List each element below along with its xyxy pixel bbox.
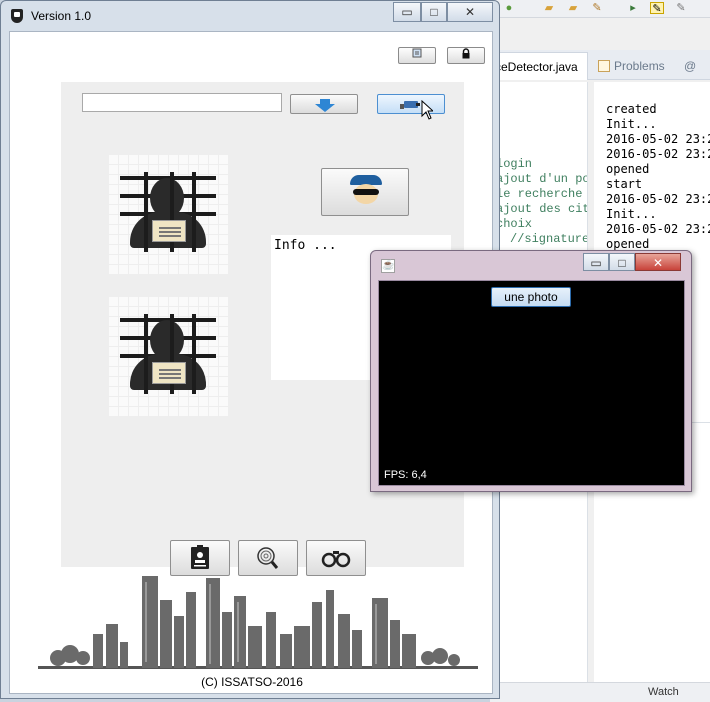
fps-counter: FPS: 6,4 bbox=[384, 469, 427, 481]
console-line: opened bbox=[606, 237, 650, 251]
police-button[interactable] bbox=[321, 168, 409, 216]
camera-maximize-button[interactable]: □ bbox=[609, 253, 635, 271]
edit-icon[interactable]: ✎ bbox=[674, 2, 688, 14]
city-skyline-image bbox=[38, 576, 478, 669]
jail-bar bbox=[192, 314, 196, 394]
card-icon bbox=[412, 48, 422, 58]
search-input[interactable] bbox=[82, 93, 282, 112]
maximize-icon: □ bbox=[618, 256, 626, 270]
console-line: 2016-05-02 23:2 bbox=[606, 132, 710, 146]
maximize-button[interactable]: □ bbox=[421, 2, 447, 22]
app-icon bbox=[11, 9, 23, 23]
camera-close-button[interactable]: ✕ bbox=[635, 253, 681, 271]
police-glasses bbox=[353, 189, 379, 195]
fingerprint-search-icon bbox=[257, 547, 279, 569]
mouse-cursor-icon bbox=[421, 100, 433, 120]
tab-problems-label: Problems bbox=[614, 59, 665, 73]
pointer-icon[interactable]: ▸ bbox=[626, 2, 640, 14]
video-feed: une photo FPS: 6,4 bbox=[378, 280, 685, 486]
jail-bar bbox=[144, 172, 148, 252]
handcuffs-button[interactable] bbox=[306, 540, 366, 576]
open-folder-icon[interactable]: ▰ bbox=[566, 2, 580, 14]
close-button[interactable]: ✕ bbox=[447, 2, 493, 22]
console-line: 2016-05-02 23:2 bbox=[606, 147, 710, 161]
ide-toolbar: ● ▰ ▰ ✎ ▸ ✎ ✎ bbox=[490, 0, 710, 18]
camera-button[interactable] bbox=[377, 94, 445, 114]
code-line: ajout d'un po bbox=[496, 172, 588, 186]
console-line: Init... bbox=[606, 117, 657, 131]
close-icon: ✕ bbox=[464, 5, 476, 19]
status-text: Watch bbox=[648, 686, 679, 698]
id-card-icon bbox=[191, 545, 209, 569]
tab-problems[interactable]: Problems bbox=[598, 52, 668, 80]
console-line: Init... bbox=[606, 207, 657, 221]
ide-status-bar: Watch bbox=[490, 682, 710, 702]
console-line: start bbox=[606, 177, 643, 191]
lock-button[interactable] bbox=[447, 47, 485, 64]
footer-copyright: (C) ISSATSO-2016 bbox=[201, 675, 303, 689]
info-button[interactable] bbox=[398, 47, 436, 64]
suspect-photo-1 bbox=[108, 154, 228, 274]
suspect-photo-2 bbox=[108, 296, 228, 416]
close-icon: ✕ bbox=[652, 256, 664, 270]
jail-bar bbox=[144, 314, 148, 394]
code-line: le recherche d bbox=[496, 187, 588, 201]
tab-editor[interactable]: ceDetector.java bbox=[490, 52, 588, 80]
minimize-button[interactable]: ▭ bbox=[393, 2, 421, 22]
name-plate bbox=[152, 362, 186, 384]
take-photo-button[interactable]: une photo bbox=[491, 287, 571, 307]
id-card-button[interactable] bbox=[170, 540, 230, 576]
title-bar[interactable]: Version 1.0 ▭ □ ✕ bbox=[1, 1, 499, 31]
java-icon: ☕ bbox=[381, 259, 395, 273]
security-camera-icon bbox=[400, 101, 420, 109]
handcuffs-icon bbox=[321, 551, 351, 568]
problems-icon bbox=[598, 60, 610, 72]
camera-window: ☕ ▭ □ ✕ une photo FPS: 6,4 bbox=[370, 250, 692, 492]
console-line: opened bbox=[606, 162, 650, 176]
lock-icon bbox=[462, 48, 470, 59]
folder-icon[interactable]: ▰ bbox=[542, 2, 556, 14]
tab-editor-label: ceDetector.java bbox=[495, 60, 578, 74]
code-line: //signature bbox=[510, 232, 588, 246]
console-line: 2016-05-02 23:2 bbox=[606, 222, 710, 236]
window-title: Version 1.0 bbox=[31, 9, 92, 23]
maximize-icon: □ bbox=[430, 5, 438, 19]
tab-javadoc[interactable]: @ Ja bbox=[684, 52, 710, 101]
code-line: ajout des cito bbox=[496, 202, 588, 216]
name-plate bbox=[152, 220, 186, 242]
ide-tabbar: ceDetector.java Problems @ Ja bbox=[490, 50, 710, 101]
download-button[interactable] bbox=[290, 94, 358, 114]
code-line: login bbox=[496, 157, 533, 171]
camera-minimize-button[interactable]: ▭ bbox=[583, 253, 609, 271]
fingerprint-search-button[interactable] bbox=[238, 540, 298, 576]
minimize-icon: ▭ bbox=[590, 256, 602, 270]
download-arrow-icon bbox=[315, 99, 335, 112]
highlight-icon[interactable]: ✎ bbox=[650, 2, 664, 15]
console-line: 2016-05-02 23:2 bbox=[606, 192, 710, 206]
code-line: choix bbox=[496, 217, 533, 231]
tool-icon[interactable]: ✎ bbox=[590, 2, 604, 14]
run-icon[interactable]: ● bbox=[502, 2, 516, 14]
minimize-icon: ▭ bbox=[401, 5, 413, 19]
jail-bar bbox=[192, 172, 196, 252]
console-line: created bbox=[606, 102, 657, 116]
